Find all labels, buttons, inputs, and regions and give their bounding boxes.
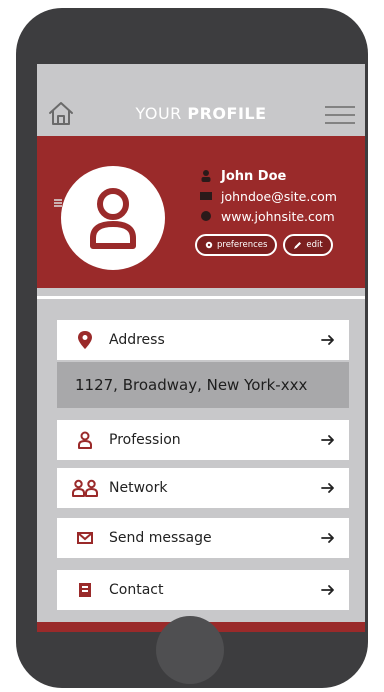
arrow-right-icon	[321, 483, 334, 493]
user-name: John Doe	[221, 168, 287, 184]
hamburger-menu-icon[interactable]	[323, 104, 357, 126]
profession-label: Profession	[109, 432, 181, 448]
arrow-right-icon	[321, 435, 334, 445]
header-divider	[37, 296, 365, 299]
menu-item-address[interactable]: Address	[57, 320, 349, 360]
person-outline-icon	[78, 431, 92, 449]
contact-icon-wrap	[71, 582, 99, 598]
network-label: Network	[109, 480, 168, 496]
app-screen: YOUR PROFILE John Doe johndoe@site.com w…	[37, 64, 365, 632]
address-value-box: 1127, Broadway, New York-xxx	[57, 362, 349, 408]
menu-item-send-message[interactable]: Send message	[57, 518, 349, 558]
menu-item-contact[interactable]: Contact	[57, 570, 349, 610]
page-title: YOUR PROFILE	[37, 104, 365, 123]
phone-home-button[interactable]	[156, 616, 224, 684]
user-website[interactable]: www.johnsite.com	[221, 209, 335, 224]
profession-icon-wrap	[71, 431, 99, 449]
user-email[interactable]: johndoe@site.com	[221, 189, 337, 204]
top-bar: YOUR PROFILE	[37, 64, 365, 136]
email-row: johndoe@site.com	[199, 186, 337, 206]
map-pin-icon	[78, 331, 92, 349]
page-title-light: YOUR	[135, 104, 188, 123]
profile-header: John Doe johndoe@site.com www.johnsite.c…	[37, 136, 365, 288]
profile-actions: preferences edit	[195, 234, 333, 256]
mail-icon	[77, 532, 93, 544]
profile-info: John Doe johndoe@site.com www.johnsite.c…	[199, 166, 337, 226]
website-row: www.johnsite.com	[199, 206, 337, 226]
menu-item-profession[interactable]: Profession	[57, 420, 349, 460]
side-drawer-handle-icon[interactable]	[53, 198, 63, 208]
menu-item-network[interactable]: Network	[57, 468, 349, 508]
send-message-icon-wrap	[71, 532, 99, 544]
contact-label: Contact	[109, 582, 164, 598]
avatar[interactable]	[61, 166, 165, 270]
envelope-icon	[200, 192, 212, 200]
edit-button[interactable]: edit	[283, 234, 333, 256]
arrow-right-icon	[321, 335, 334, 345]
preferences-label: preferences	[217, 240, 268, 250]
network-icon-wrap	[71, 479, 99, 497]
address-value: 1127, Broadway, New York-xxx	[75, 376, 308, 394]
address-book-icon	[79, 583, 91, 597]
send-message-label: Send message	[109, 530, 212, 546]
user-avatar-icon	[90, 188, 136, 249]
gear-icon	[205, 241, 213, 249]
globe-icon	[201, 211, 211, 221]
arrow-right-icon	[321, 585, 334, 595]
edit-label: edit	[306, 240, 323, 250]
pencil-icon	[294, 241, 302, 249]
people-icon	[72, 479, 98, 497]
name-row: John Doe	[199, 166, 337, 186]
preferences-button[interactable]: preferences	[195, 234, 278, 256]
address-icon-wrap	[71, 330, 99, 350]
arrow-right-icon	[321, 533, 334, 543]
page-title-bold: PROFILE	[187, 104, 267, 123]
person-icon	[201, 170, 211, 182]
address-label: Address	[109, 332, 165, 348]
